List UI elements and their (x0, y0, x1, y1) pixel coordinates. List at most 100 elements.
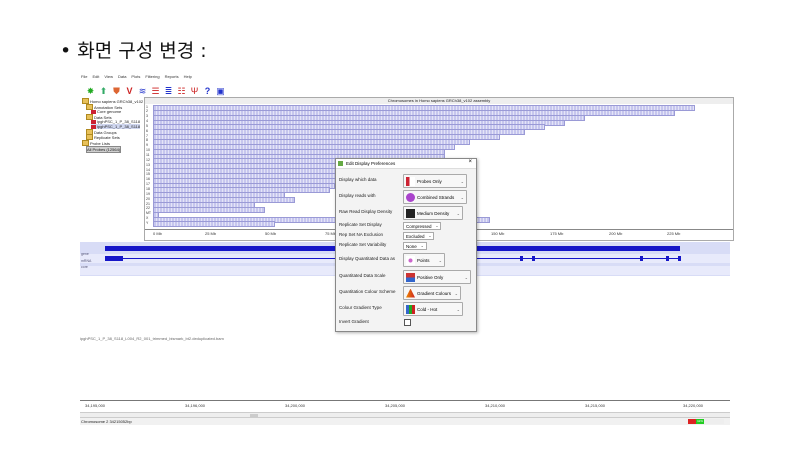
chevron-down-icon: ⌄ (420, 244, 424, 248)
dialog-titlebar[interactable]: Edit Display Preferences × (336, 159, 476, 169)
row-label: Invert Gradient (339, 319, 369, 324)
invert-gradient-checkbox[interactable] (404, 319, 411, 326)
row-label: Rep Set NA Exclusion (339, 232, 384, 237)
ruler-tick: 34,195,000 (85, 403, 106, 408)
replicate-set-display-select[interactable]: Compressed ⌄ (403, 222, 442, 230)
list-icon[interactable]: ≣ (163, 86, 174, 97)
axis-tick: 200 Mb (609, 231, 623, 236)
app-icon (338, 161, 343, 166)
chevron-down-icon: ⌄ (456, 210, 460, 216)
image-icon[interactable]: ▣ (215, 86, 226, 97)
chromosome-label: 21 (146, 201, 150, 206)
exon[interactable] (640, 256, 643, 261)
dialog-title: Edit Display Preferences (346, 161, 396, 166)
menu-plots[interactable]: Plots (131, 74, 140, 79)
density-select[interactable]: Medium Density ⌄ (403, 206, 463, 220)
axis-tick: 0 Mb (153, 231, 162, 236)
chromosome-track[interactable] (153, 221, 275, 228)
ruler-tick: 34,196,000 (185, 403, 206, 408)
chromosome-label: X (146, 216, 149, 221)
chromosome-label: 12 (146, 157, 150, 162)
menu-file[interactable]: File (81, 74, 87, 79)
chromosome-label: 8 (146, 138, 148, 143)
cold-hot-icon (406, 304, 415, 314)
scale-icon (406, 272, 415, 282)
chevron-down-icon: ⌄ (460, 194, 464, 200)
quantitated-display-select[interactable]: Points ⌄ (403, 253, 445, 267)
menu-data[interactable]: Data (118, 74, 126, 79)
variability-select[interactable]: None ⌄ (403, 242, 427, 250)
close-icon[interactable]: × (468, 159, 472, 165)
slide-title: • 화면 구성 변경 : (60, 36, 207, 63)
menu-filtering[interactable]: Filtering (145, 74, 159, 79)
ruler-tick: 34,210,000 (485, 403, 506, 408)
chromosome-label: 5 (146, 123, 148, 128)
row-label: Quantitation Colour Scheme (339, 289, 396, 294)
probes-icon (406, 176, 415, 186)
data-scale-select[interactable]: Positive Only ⌄ (403, 270, 471, 284)
chromosome-label: 7 (146, 133, 148, 138)
axis-tick: 150 Mb (491, 231, 505, 236)
axis-tick: 225 Mb (667, 231, 681, 236)
chromosome-label: 4 (146, 119, 148, 124)
row-display-reads-with: Display reads with Combined Strands ⌄ (339, 190, 473, 204)
memory-label: 11% (696, 419, 704, 424)
row-label: Display Quantitated Data as (339, 256, 396, 261)
exon[interactable] (520, 256, 523, 261)
chromosome-track[interactable] (153, 206, 265, 213)
chevron-down-icon: ⌄ (435, 224, 439, 228)
display-reads-select[interactable]: Combined Strands ⌄ (403, 190, 467, 204)
row-replicate-set-variability: Replicate Set Variability None ⌄ (339, 242, 473, 250)
row-rep-set-na-exclusion: Rep Set NA Exclusion Excluded ⌄ (339, 232, 473, 240)
chromosome-label: 15 (146, 172, 150, 177)
chromosome-label: 20 (146, 196, 150, 201)
row-label: Display which data (339, 177, 377, 182)
row-gradient-type: Colour Gradient Type Cold - Hot ⌄ (339, 302, 473, 316)
sort-icon[interactable]: ≋ (137, 86, 148, 97)
annotation-icon (91, 109, 96, 114)
exon[interactable] (105, 256, 123, 261)
menu-bar: File Edit View Data Plots Filtering Repo… (80, 72, 731, 81)
track-label: mRNA (81, 259, 92, 263)
menu-view[interactable]: View (104, 74, 113, 79)
chromosome-label: 9 (146, 143, 148, 148)
chromosome-label: 19 (146, 191, 150, 196)
stack-icon[interactable]: ☷ (176, 86, 187, 97)
menu-reports[interactable]: Reports (165, 74, 179, 79)
chromosome-label: 14 (146, 167, 150, 172)
gradient-type-select[interactable]: Cold - Hot ⌄ (403, 302, 463, 316)
tree-all-probes[interactable]: All Probes (12564) (86, 146, 122, 153)
exon[interactable] (678, 256, 681, 261)
shield-icon[interactable]: ⛊ (111, 86, 122, 97)
ruler-tick: 34,215,000 (585, 403, 606, 408)
display-which-data-select[interactable]: Probes Only ⌄ (403, 174, 467, 188)
colour-scheme-select[interactable]: Gradient Colours ⌄ (403, 286, 461, 300)
chromosome-label: MT (146, 211, 152, 216)
chromosome-label: 22 (146, 206, 150, 211)
fork-icon[interactable]: Ψ (189, 86, 200, 97)
edit-display-preferences-dialog: Edit Display Preferences × Display which… (335, 158, 477, 332)
row-colour-scheme: Quantitation Colour Scheme Gradient Colo… (339, 286, 473, 300)
chromosome-label: 2 (146, 109, 148, 114)
chevron-down-icon: ⌄ (438, 257, 442, 263)
rep-set-na-select[interactable]: Excluded ⌄ (403, 232, 435, 240)
density-icon (406, 208, 415, 218)
points-icon (406, 255, 415, 265)
slide-title-text: 화면 구성 변경 : (77, 40, 207, 62)
exon[interactable] (532, 256, 535, 261)
status-bar: Chromosome 2 34215052bp 11% (80, 417, 730, 425)
chevron-down-icon: ⌄ (460, 178, 464, 184)
track-label: core (81, 265, 88, 269)
axis-tick: 175 Mb (550, 231, 564, 236)
star-icon[interactable]: ✸ (85, 86, 96, 97)
row-invert-gradient: Invert Gradient (339, 319, 473, 326)
exon[interactable] (666, 256, 669, 261)
filter-bars-icon[interactable]: ☰ (150, 86, 161, 97)
up-arrow-icon[interactable]: ⬆ (98, 86, 109, 97)
menu-edit[interactable]: Edit (92, 74, 99, 79)
menu-help[interactable]: Help (184, 74, 192, 79)
chromosome-label: 17 (146, 182, 150, 187)
help-icon[interactable]: ? (202, 86, 213, 97)
row-display-which-data: Display which data Probes Only ⌄ (339, 174, 473, 188)
v-icon[interactable]: V (124, 86, 135, 97)
